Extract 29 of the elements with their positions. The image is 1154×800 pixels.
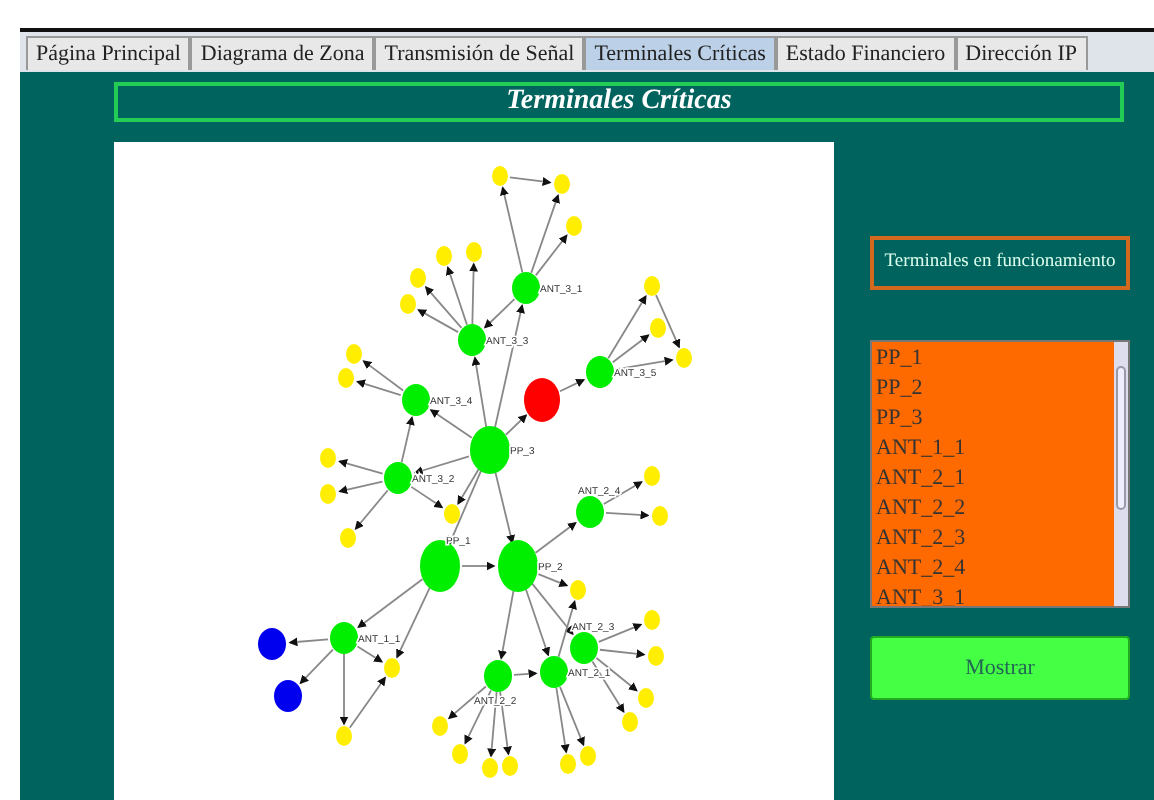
edge-arrow [605,510,650,520]
list-item[interactable]: ANT_2_2 [876,494,1114,524]
edge-arrow [356,645,384,663]
edge-arrow [461,561,496,571]
tab[interactable]: Dirección IP [955,36,1088,70]
scrollbar[interactable] [1114,342,1128,606]
edge-arrow [338,459,384,475]
list-item[interactable]: ANT_1_1 [876,434,1114,464]
tab[interactable]: Diagrama de Zona [190,36,375,70]
edge-arrow [559,378,586,393]
edge-arrow [655,294,681,349]
list-item[interactable]: PP_1 [876,344,1114,374]
title-bar: Terminales Críticas [114,82,1124,122]
edge-arrow [410,486,444,509]
edge-arrow [534,521,577,554]
list-item[interactable]: ANT_2_3 [876,524,1114,554]
list-item[interactable]: PP_3 [876,404,1114,434]
list-item[interactable]: ANT_2_4 [876,554,1114,584]
tab[interactable]: Transmisión de Señal [374,36,585,70]
list-item[interactable]: ANT_2_1 [876,464,1114,494]
show-button[interactable]: Mostrar [870,636,1130,700]
edge-arrow [513,669,538,679]
tab[interactable]: Estado Financiero [775,36,956,70]
edge-arrow [498,586,515,660]
tab[interactable]: Página Principal [26,36,191,70]
edge-arrow [494,470,515,545]
legend-title: Terminales en funcionamiento [870,236,1130,290]
list-item[interactable]: PP_2 [876,374,1114,404]
tab[interactable]: Terminales Críticas [584,36,776,70]
